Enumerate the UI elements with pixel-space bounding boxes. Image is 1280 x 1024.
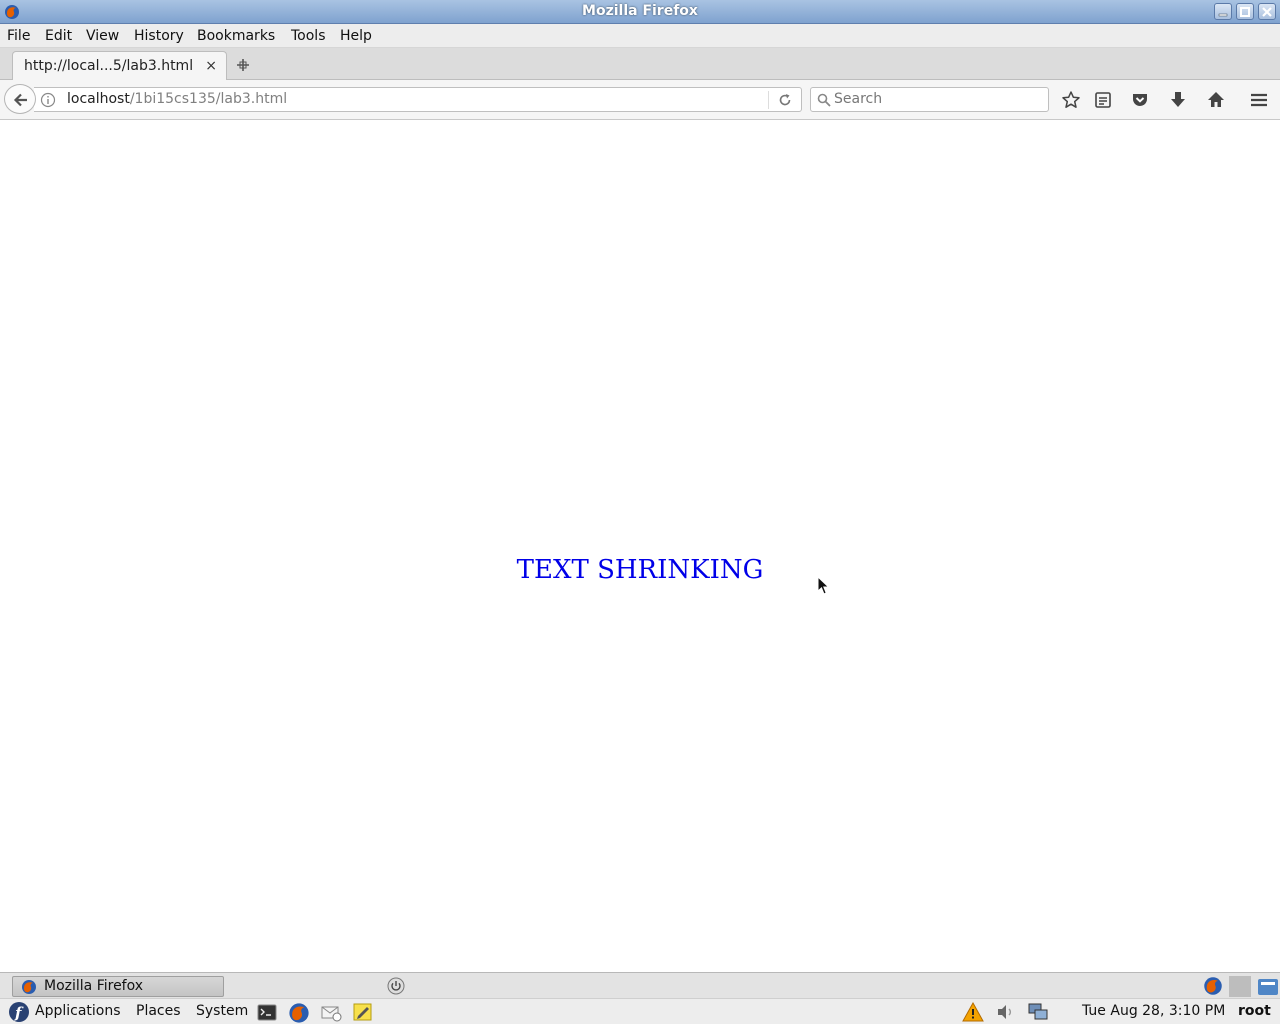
- tab-lab3[interactable]: http://local...5/lab3.html ×: [12, 51, 227, 81]
- minimize-button[interactable]: [1214, 3, 1232, 20]
- menu-edit[interactable]: Edit: [45, 28, 72, 44]
- taskbar: Mozilla Firefox: [0, 972, 1280, 998]
- search-placeholder: Search: [834, 91, 883, 107]
- power-icon[interactable]: [387, 977, 405, 995]
- download-icon[interactable]: [1168, 90, 1188, 110]
- taskbar-window-label: Mozilla Firefox: [44, 978, 144, 994]
- mail-icon[interactable]: [320, 1002, 342, 1022]
- window-titlebar: Mozilla Firefox: [0, 0, 1280, 24]
- menu-applications[interactable]: Applications: [35, 1003, 121, 1019]
- user-name[interactable]: root: [1238, 1003, 1271, 1019]
- tab-close-button[interactable]: ×: [205, 58, 217, 74]
- close-button[interactable]: [1258, 3, 1276, 20]
- menu-history[interactable]: History: [134, 28, 184, 44]
- reading-list-icon[interactable]: [1093, 90, 1113, 110]
- page-content: TEXT SHRINKING: [0, 120, 1280, 972]
- shrinking-text: TEXT SHRINKING: [516, 555, 764, 585]
- files-icon[interactable]: [1257, 976, 1279, 996]
- back-icon: [13, 93, 27, 107]
- firefox-icon[interactable]: [288, 1002, 310, 1024]
- clock[interactable]: Tue Aug 28, 3:10 PM: [1082, 1003, 1225, 1019]
- search-bar[interactable]: Search: [810, 87, 1049, 112]
- menu-system[interactable]: System: [196, 1003, 248, 1019]
- hamburger-menu-icon[interactable]: [1249, 90, 1269, 110]
- top-panel: f Applications Places System Tue Aug 28,…: [0, 998, 1280, 1024]
- volume-icon[interactable]: [996, 1002, 1016, 1022]
- notes-icon[interactable]: [353, 1002, 373, 1022]
- taskbar-window-button[interactable]: Mozilla Firefox: [12, 976, 224, 997]
- network-icon[interactable]: [1027, 1002, 1049, 1022]
- url-bar[interactable]: localhost/1bi15cs135/lab3.html: [34, 87, 802, 112]
- close-icon: [1262, 7, 1272, 17]
- menu-bookmarks[interactable]: Bookmarks: [197, 28, 275, 44]
- mouse-cursor-icon: [817, 576, 830, 595]
- reload-icon[interactable]: [777, 92, 793, 108]
- pocket-icon[interactable]: [1130, 90, 1150, 110]
- navigation-bar: localhost/1bi15cs135/lab3.html Search: [0, 80, 1280, 120]
- menu-bar: File Edit View History Bookmarks Tools H…: [0, 24, 1280, 48]
- menu-places[interactable]: Places: [136, 1003, 181, 1019]
- minimize-icon: [1218, 13, 1228, 17]
- firefox-icon[interactable]: [1203, 976, 1223, 996]
- menu-tools[interactable]: Tools: [291, 28, 326, 44]
- new-tab-icon[interactable]: [235, 57, 251, 73]
- menu-view[interactable]: View: [86, 28, 119, 44]
- menu-help[interactable]: Help: [340, 28, 372, 44]
- tab-label: http://local...5/lab3.html: [24, 58, 194, 74]
- url-path: /1bi15cs135/lab3.html: [129, 91, 288, 107]
- terminal-icon[interactable]: [257, 1002, 277, 1022]
- maximize-button[interactable]: [1236, 3, 1254, 20]
- url-text: localhost/1bi15cs135/lab3.html: [67, 91, 287, 107]
- maximize-icon: [1240, 7, 1250, 17]
- url-host: localhost: [67, 91, 130, 107]
- window-title: Mozilla Firefox: [582, 3, 698, 19]
- back-button[interactable]: [4, 84, 36, 114]
- workspace-switcher[interactable]: [1229, 976, 1251, 997]
- bookmark-star-icon[interactable]: [1061, 90, 1081, 110]
- info-icon[interactable]: [40, 92, 56, 108]
- search-icon: [817, 93, 831, 107]
- url-separator: [768, 91, 769, 109]
- firefox-icon: [22, 980, 36, 994]
- fedora-icon[interactable]: f: [8, 1001, 30, 1023]
- menu-file[interactable]: File: [7, 28, 30, 44]
- home-icon[interactable]: [1206, 90, 1226, 110]
- warning-icon[interactable]: [962, 1002, 984, 1022]
- tab-strip: http://local...5/lab3.html ×: [0, 48, 1280, 81]
